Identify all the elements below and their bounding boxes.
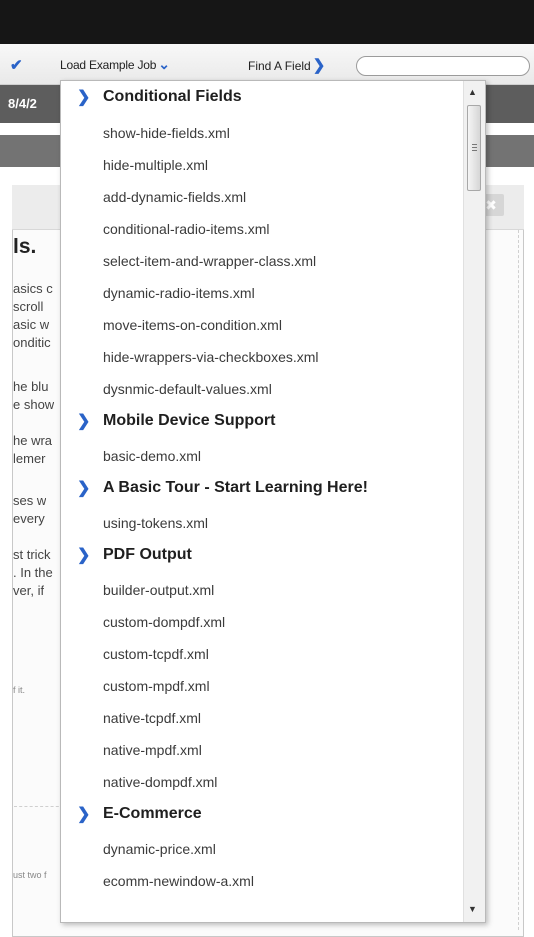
divider [518,230,519,930]
chevron-right-icon: ❯ [77,480,91,497]
category-label: Mobile Device Support [103,412,276,429]
content-text: asics c [13,281,53,296]
category-conditional-fields[interactable]: ❯ Conditional Fields [61,81,463,117]
chevron-right-icon: ❯ [77,89,91,106]
file-item[interactable]: dynamic-price.xml [61,833,463,865]
file-item[interactable]: conditional-radio-items.xml [61,213,463,245]
category-label: PDF Output [103,546,192,563]
chevron-right-icon: ❯ [312,57,326,74]
file-item[interactable]: custom-tcpdf.xml [61,638,463,670]
chevron-right-icon: ❯ [77,413,91,430]
file-item[interactable]: native-dompdf.xml [61,766,463,798]
content-text: ver, if [13,583,45,598]
file-item[interactable]: native-tcpdf.xml [61,702,463,734]
load-example-job-menu[interactable]: Load Example Job ⌄ [60,56,170,73]
scroll-up-icon[interactable]: ▲ [468,87,477,97]
chevron-right-icon: ❯ [77,806,91,823]
category-label: Conditional Fields [103,88,242,105]
file-item[interactable]: native-mpdf.xml [61,734,463,766]
content-text: every [13,511,45,526]
file-item[interactable]: hide-wrappers-via-checkboxes.xml [61,341,463,373]
content-title: ls. [13,238,37,256]
category-e-commerce[interactable]: ❯ E-Commerce [61,798,463,833]
content-text: e show [13,397,55,412]
file-item[interactable]: custom-dompdf.xml [61,606,463,638]
content-note: ust two f [13,870,47,880]
file-item[interactable]: select-item-and-wrapper-class.xml [61,245,463,277]
file-item[interactable]: dysnmic-default-values.xml [61,373,463,405]
content-text: scroll [13,299,44,314]
category-label: E-Commerce [103,805,202,822]
file-item[interactable]: dynamic-radio-items.xml [61,277,463,309]
content-text: lemer [13,451,46,466]
file-item[interactable]: basic-demo.xml [61,440,463,472]
scroll-down-icon[interactable]: ▼ [468,904,477,914]
content-text: he wra [13,433,53,448]
grip-line [472,147,477,148]
top-bar [0,0,534,44]
dropdown-list: ❯ Conditional Fields show-hide-fields.xm… [61,81,463,897]
content-text: he blu [13,379,49,394]
file-item[interactable]: hide-multiple.xml [61,149,463,181]
grip-line [472,150,477,151]
file-item[interactable]: using-tokens.xml [61,507,463,539]
check-icon[interactable]: ✔ [10,56,23,74]
content-text: ses w [13,493,47,508]
file-item[interactable]: add-dynamic-fields.xml [61,181,463,213]
content-text: onditic [13,335,51,350]
file-item[interactable]: custom-mpdf.xml [61,670,463,702]
content-text: . In the [13,565,53,580]
scrollbar-thumb[interactable] [467,105,481,191]
category-basic-tour[interactable]: ❯ A Basic Tour - Start Learning Here! [61,472,463,507]
content-note: f it. [13,685,26,695]
file-item[interactable]: move-items-on-condition.xml [61,309,463,341]
chevron-down-icon: ⌄ [158,56,170,72]
category-label: A Basic Tour - Start Learning Here! [103,479,368,496]
divider [14,806,64,807]
category-pdf-output[interactable]: ❯ PDF Output [61,539,463,574]
file-item[interactable]: builder-output.xml [61,574,463,606]
chevron-right-icon: ❯ [77,547,91,564]
file-item[interactable]: ecomm-newindow-a.xml [61,865,463,897]
date-text: 8/4/2 [8,96,37,111]
load-example-job-label: Load Example Job [60,58,157,72]
file-item[interactable]: show-hide-fields.xml [61,117,463,149]
find-field-input[interactable] [356,56,530,76]
example-jobs-dropdown: ❯ Conditional Fields show-hide-fields.xm… [60,80,486,923]
category-mobile-device-support[interactable]: ❯ Mobile Device Support [61,405,463,440]
content-text: asic w [13,317,50,332]
find-a-field-label: Find A Field [248,59,311,73]
grip-line [472,144,477,145]
find-a-field-menu[interactable]: Find A Field ❯ [248,56,325,74]
content-text: st trick [13,547,51,562]
dropdown-scrollbar[interactable]: ▲ ▼ [463,81,485,922]
